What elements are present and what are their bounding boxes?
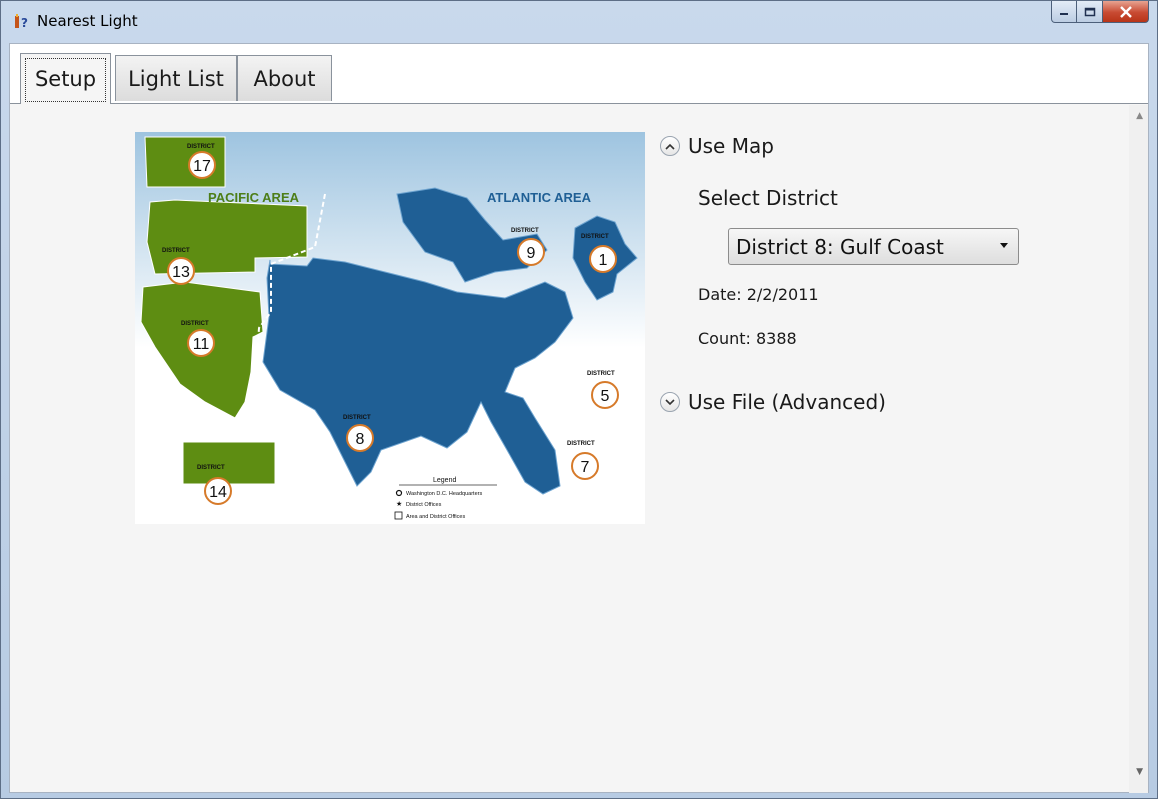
chevron-down-icon — [660, 392, 680, 412]
use-map-expander[interactable]: Use Map — [660, 134, 774, 158]
use-file-label: Use File (Advanced) — [688, 390, 886, 414]
district-caption: DISTRICT — [343, 415, 371, 421]
chevron-up-icon — [660, 136, 680, 156]
app-window: ? Nearest Light Setup Light List About P… — [0, 0, 1158, 799]
district-caption: DISTRICT — [187, 144, 215, 150]
svg-text:?: ? — [21, 16, 28, 29]
district-select-value: District 8: Gulf Coast — [736, 234, 944, 259]
district-number: 7 — [581, 459, 590, 476]
tab-divider — [10, 103, 1148, 104]
client-area: Setup Light List About PACIFIC AREA ATLA… — [9, 43, 1149, 793]
maximize-icon — [1084, 7, 1095, 16]
minimize-icon — [1060, 12, 1068, 15]
title-bar: ? Nearest Light — [1, 1, 1157, 41]
district-caption: DISTRICT — [162, 248, 190, 254]
tab-light-list-label: Light List — [128, 66, 224, 91]
district-number: 13 — [172, 264, 190, 281]
legend-item: District Offices — [406, 502, 442, 508]
tab-light-list[interactable]: Light List — [115, 55, 237, 101]
district-caption: DISTRICT — [587, 371, 615, 377]
district-caption: DISTRICT — [567, 441, 595, 447]
maximize-button[interactable] — [1077, 1, 1103, 23]
select-district-label: Select District — [698, 186, 838, 210]
district-caption: DISTRICT — [511, 228, 539, 234]
use-map-label: Use Map — [688, 134, 774, 158]
district-marker[interactable]: DISTRICT 17 — [187, 144, 216, 179]
tab-setup[interactable]: Setup — [20, 53, 111, 104]
hawaii-region — [182, 441, 276, 485]
tab-strip: Setup Light List About — [10, 44, 1148, 104]
district-caption: DISTRICT — [181, 321, 209, 327]
minimize-button[interactable] — [1051, 1, 1077, 23]
count-text: Count: 8388 — [698, 329, 797, 348]
district-caption: DISTRICT — [197, 465, 225, 471]
tab-about-label: About — [253, 66, 316, 91]
legend-item: Washington D.C. Headquarters — [406, 491, 482, 497]
district-caption: DISTRICT — [581, 234, 609, 240]
scroll-down-icon[interactable]: ▼ — [1136, 767, 1143, 777]
close-button[interactable] — [1103, 1, 1149, 23]
window-title: Nearest Light — [37, 12, 138, 30]
district-number: 11 — [193, 336, 210, 353]
district-select[interactable]: District 8: Gulf Coast — [728, 228, 1019, 265]
legend-item: Area and District Offices — [406, 514, 465, 520]
use-file-expander[interactable]: Use File (Advanced) — [660, 390, 886, 414]
tab-about[interactable]: About — [237, 55, 332, 101]
close-icon — [1119, 5, 1132, 18]
dropdown-arrow-icon — [1000, 243, 1008, 248]
legend-title: Legend — [433, 477, 456, 484]
date-text: Date: 2/2/2011 — [698, 285, 819, 304]
pacific-area-label: PACIFIC AREA — [208, 190, 300, 205]
district-number: 1 — [599, 252, 608, 269]
vertical-scrollbar[interactable] — [1129, 105, 1148, 793]
district-office-icon: ★ — [396, 500, 402, 508]
scroll-up-icon[interactable]: ▲ — [1136, 111, 1143, 121]
app-icon: ? — [15, 14, 28, 29]
district-number: 8 — [356, 431, 365, 448]
district-map[interactable]: PACIFIC AREA ATLANTIC AREA DISTRICT 17 D… — [135, 132, 645, 524]
atlantic-area-label: ATLANTIC AREA — [487, 190, 592, 205]
district-number: 9 — [527, 245, 536, 262]
district-number: 5 — [601, 388, 610, 405]
focus-rect — [25, 58, 106, 102]
district-number: 14 — [209, 484, 227, 501]
district-number: 17 — [193, 158, 211, 175]
